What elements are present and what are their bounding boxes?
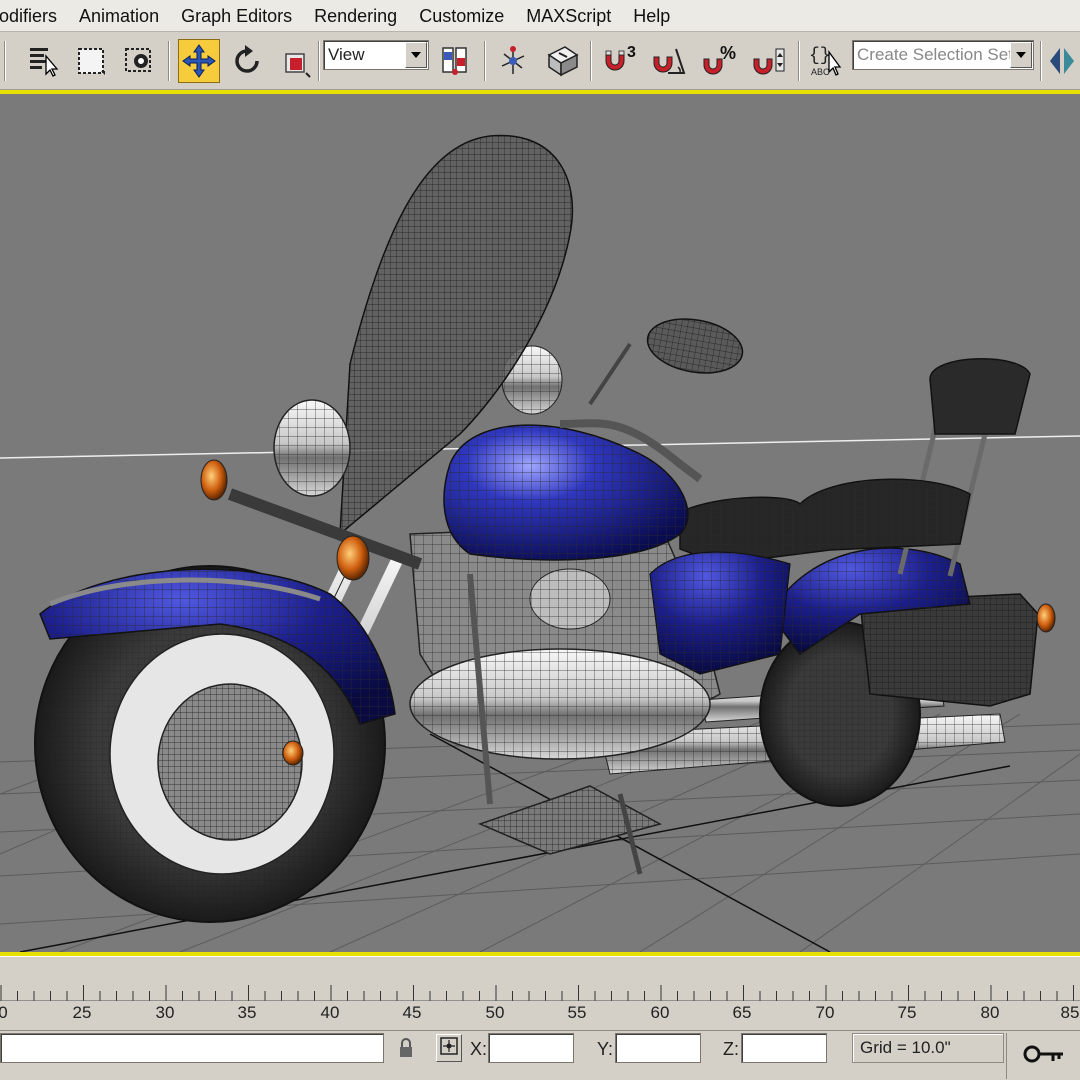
select-and-scale-button[interactable]	[274, 39, 316, 83]
menu-animation[interactable]: Animation	[68, 0, 170, 32]
track-bar-ticks	[0, 985, 1080, 1001]
z-coordinate-input[interactable]	[741, 1033, 827, 1063]
mirror-icon	[1046, 44, 1080, 78]
mirror-button[interactable]	[1046, 39, 1080, 83]
manipulate-icon	[545, 43, 581, 79]
snap-3d-digit: 3	[627, 44, 636, 61]
chevron-down-icon[interactable]	[405, 42, 427, 68]
frame-label: 75	[897, 1003, 917, 1022]
angle-snap-button[interactable]	[648, 39, 690, 83]
spinner-snap-icon	[750, 43, 788, 79]
toolbar-separator	[590, 41, 592, 81]
grid-size-readout: Grid = 10.0"	[852, 1033, 1004, 1063]
toolbar-separator	[4, 41, 6, 81]
side-cover	[649, 551, 791, 675]
toolbar-separator	[798, 41, 800, 81]
y-label: Y:	[597, 1039, 614, 1059]
lock-icon	[397, 1038, 415, 1063]
perspective-viewport[interactable]	[0, 90, 1080, 956]
x-label: X:	[470, 1039, 488, 1059]
percent-snap-button[interactable]: %	[698, 39, 740, 83]
absolute-mode-toggle[interactable]	[436, 1034, 462, 1062]
frame-label: 30	[155, 1003, 175, 1022]
menu-customize[interactable]: Customize	[408, 0, 515, 32]
toolbar-separator	[484, 41, 486, 81]
svg-text:{}: {}	[809, 46, 831, 66]
snap-3d-icon: 3	[600, 43, 638, 79]
frame-label: 55	[567, 1003, 587, 1022]
pivot-icon	[438, 44, 472, 78]
frame-label: 40	[320, 1003, 340, 1022]
named-selection-icon: {} ABC	[807, 42, 845, 80]
edit-named-selection-button[interactable]: {} ABC	[805, 39, 847, 83]
absolute-mode-icon	[440, 1036, 458, 1060]
seat	[679, 478, 971, 565]
percent-snap-icon: %	[700, 43, 738, 79]
snaps-toggle-button[interactable]: 3	[598, 39, 640, 83]
window-crossing-icon	[122, 44, 156, 78]
window-crossing-button[interactable]	[118, 39, 160, 83]
select-and-move-button[interactable]	[178, 39, 220, 83]
frame-label: 0	[0, 1003, 8, 1022]
toolbar-separator	[1040, 41, 1042, 81]
link-icon	[496, 44, 530, 78]
menu-bar: odifiers Animation Graph Editors Renderi…	[0, 0, 1080, 32]
frame-label: 25	[72, 1003, 92, 1022]
prompt-line[interactable]	[0, 1033, 384, 1063]
region-select-icon	[74, 44, 108, 78]
select-by-name-icon	[26, 44, 60, 78]
reference-coord-value: View	[328, 45, 365, 64]
menu-modifiers[interactable]: odifiers	[0, 0, 68, 32]
key-icon	[1023, 1043, 1065, 1070]
menu-help[interactable]: Help	[622, 0, 681, 32]
region-select-button[interactable]	[70, 39, 112, 83]
scale-icon	[278, 44, 312, 78]
named-selection-set-dropdown[interactable]: Create Selection Set	[852, 40, 1034, 70]
track-bar[interactable]: 0 25 30 35 40 45 50 55 60 65 70 75 80 85	[0, 956, 1080, 1030]
y-coordinate-input[interactable]	[615, 1033, 701, 1063]
spinner-snap-button[interactable]	[748, 39, 790, 83]
frame-label: 80	[980, 1003, 1000, 1022]
frame-label: 70	[815, 1003, 835, 1022]
frame-label: 85	[1060, 1003, 1080, 1022]
select-and-rotate-button[interactable]	[226, 39, 268, 83]
angle-snap-icon	[650, 43, 688, 79]
3ds-max-window: odifiers Animation Graph Editors Renderi…	[0, 0, 1080, 1080]
menu-graph-editors[interactable]: Graph Editors	[170, 0, 303, 32]
menu-maxscript[interactable]: MAXScript	[515, 0, 622, 32]
menu-rendering[interactable]: Rendering	[303, 0, 408, 32]
main-toolbar: View 3 % {} ABC Create Selection Set	[0, 33, 1080, 90]
toolbar-separator	[168, 41, 170, 81]
chevron-down-icon[interactable]	[1010, 42, 1032, 68]
reference-coord-dropdown[interactable]: View	[323, 40, 429, 70]
set-key-button[interactable]	[1006, 1033, 1080, 1079]
select-and-manipulate-button[interactable]	[542, 39, 584, 83]
use-pivot-center-button[interactable]	[434, 39, 476, 83]
frame-label: 45	[402, 1003, 422, 1022]
svg-text:ABC: ABC	[811, 67, 830, 77]
motorcycle-scene	[0, 134, 1080, 952]
status-bar: X: Y: Z: Grid = 10.0"	[0, 1030, 1080, 1080]
rotate-icon	[230, 44, 264, 78]
select-by-name-button[interactable]	[22, 39, 64, 83]
percent-symbol: %	[720, 43, 736, 63]
select-and-link-button[interactable]	[492, 39, 534, 83]
z-label: Z:	[723, 1039, 739, 1059]
x-coordinate-input[interactable]	[488, 1033, 574, 1063]
toolbar-separator	[318, 41, 320, 81]
frame-label: 65	[732, 1003, 752, 1022]
selection-lock-toggle[interactable]	[397, 1037, 415, 1064]
frame-label: 60	[650, 1003, 670, 1022]
named-selection-set-input[interactable]: Create Selection Set	[853, 45, 1010, 65]
move-icon	[181, 43, 217, 79]
frame-label: 50	[485, 1003, 505, 1022]
frame-label: 35	[237, 1003, 257, 1022]
